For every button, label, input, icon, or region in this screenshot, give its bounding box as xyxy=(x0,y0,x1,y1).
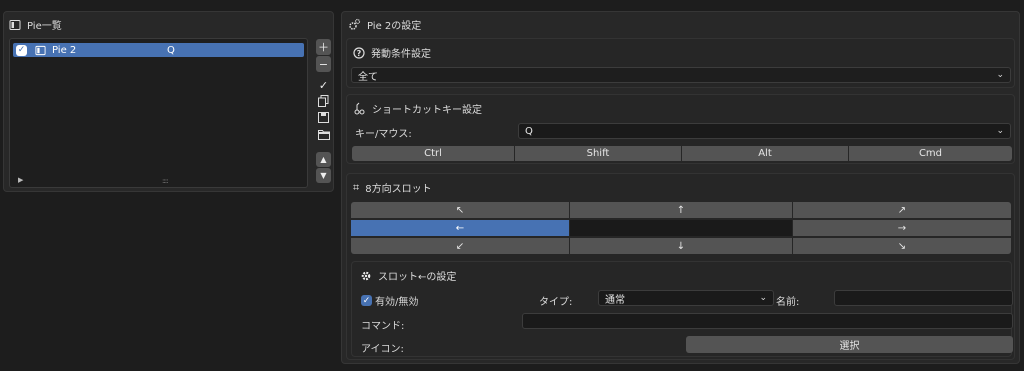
gears-icon xyxy=(348,18,361,31)
enabled-checkbox[interactable]: ✓ xyxy=(361,295,372,306)
slot-down-right[interactable]: ↘ xyxy=(793,238,1011,254)
slot-settings-section: スロット←の設定 ✓ 有効/無効 タイプ: 通常 ⌄ 名前: コマンド: アイコ… xyxy=(351,261,1013,357)
type-value: 通常 xyxy=(605,294,625,306)
gear-icon xyxy=(360,270,372,282)
move-up-button[interactable]: ▲ xyxy=(316,152,331,167)
chevron-down-icon: ⌄ xyxy=(996,70,1004,80)
alt-toggle[interactable]: Alt xyxy=(682,146,848,161)
list-item[interactable]: ✓ Pie 2 Q xyxy=(13,43,304,57)
cmd-toggle[interactable]: Cmd xyxy=(849,146,1012,161)
slot-down[interactable]: ↓ xyxy=(570,238,792,254)
check-icon[interactable]: ✓ xyxy=(316,78,331,92)
shortcut-title: ショートカットキー設定 xyxy=(372,105,482,116)
add-pie-button[interactable]: ＋ xyxy=(316,39,331,55)
pie-item-checkbox[interactable]: ✓ xyxy=(16,44,27,56)
question-icon: ? xyxy=(353,46,365,59)
key-mouse-label: キー/マウス: xyxy=(355,129,412,140)
modifier-row: Ctrl Shift Alt Cmd xyxy=(352,146,1012,161)
slot-right[interactable]: → xyxy=(793,220,1011,236)
slots-header: ⌗ 8方向スロット xyxy=(353,180,432,196)
resize-grip-icon[interactable]: :::: xyxy=(162,177,169,185)
svg-text:?: ? xyxy=(357,49,362,58)
remove-pie-button[interactable]: − xyxy=(316,56,331,72)
slots-title: 8方向スロット xyxy=(365,184,432,195)
shift-toggle[interactable]: Shift xyxy=(515,146,681,161)
enabled-label: 有効/無効 xyxy=(375,297,419,308)
copy-icon[interactable] xyxy=(316,94,331,108)
slot-settings-header: スロット←の設定 xyxy=(360,268,456,283)
ctrl-toggle[interactable]: Ctrl xyxy=(352,146,514,161)
settings-title: Pie 2の設定 xyxy=(367,21,422,32)
slot-up-left[interactable]: ↖ xyxy=(351,202,569,218)
key-value: Q xyxy=(525,125,533,137)
expand-triangle-icon[interactable]: ▶ xyxy=(18,176,23,184)
slot-down-left[interactable]: ↙ xyxy=(351,238,569,254)
chevron-down-icon: ⌄ xyxy=(759,293,767,303)
slot-center xyxy=(570,220,792,236)
name-input[interactable] xyxy=(834,290,1013,306)
trigger-value: 全て xyxy=(358,71,378,83)
icon-label: アイコン: xyxy=(361,344,404,355)
key-select[interactable]: Q ⌄ xyxy=(518,123,1011,139)
pie-list-panel: Pie一覧 ✓ Pie 2 Q ▶ :::: ＋ − ✓ ▲ ▼ xyxy=(3,11,334,192)
type-label: タイプ: xyxy=(539,297,573,308)
chevron-down-icon: ⌄ xyxy=(996,126,1004,136)
slot-grid: ↖ ↑ ↗ ← → ↙ ↓ ↘ xyxy=(351,202,1011,254)
slot-left[interactable]: ← xyxy=(351,220,569,236)
command-input[interactable] xyxy=(522,313,1013,329)
pie-item-icon xyxy=(35,45,46,56)
keyboard-shortcut-icon xyxy=(353,102,366,115)
trigger-title: 発動条件設定 xyxy=(371,49,431,60)
slot-up-right[interactable]: ↗ xyxy=(793,202,1011,218)
settings-header: Pie 2の設定 xyxy=(348,17,421,32)
pie-item-key: Q xyxy=(167,44,175,56)
slot-settings-title: スロット←の設定 xyxy=(378,272,457,283)
pie-item-name: Pie 2 xyxy=(52,44,77,56)
name-label: 名前: xyxy=(776,297,800,308)
list-icon xyxy=(9,19,21,31)
trigger-section: ? 発動条件設定 全て ⌄ xyxy=(346,38,1015,88)
enabled-toggle[interactable]: ✓ 有効/無効 xyxy=(361,293,418,308)
shortcut-section: ショートカットキー設定 キー/マウス: Q ⌄ Ctrl Shift Alt C… xyxy=(346,94,1015,164)
pie-list-header: Pie一覧 xyxy=(9,17,62,32)
save-icon[interactable] xyxy=(316,110,331,124)
pie-list-title: Pie一覧 xyxy=(27,21,62,32)
select-icon-button[interactable]: 選択 xyxy=(686,336,1013,353)
type-select[interactable]: 通常 ⌄ xyxy=(598,290,774,306)
grid-icon: ⌗ xyxy=(353,180,360,194)
slots-section: ⌗ 8方向スロット ↖ ↑ ↗ ← → ↙ ↓ ↘ スロット←の設定 ✓ 有効/… xyxy=(346,173,1015,360)
pie-list-box: ✓ Pie 2 Q ▶ :::: xyxy=(9,38,308,188)
slot-up[interactable]: ↑ xyxy=(570,202,792,218)
command-label: コマンド: xyxy=(361,321,405,332)
shortcut-header: ショートカットキー設定 xyxy=(353,101,482,116)
trigger-select[interactable]: 全て ⌄ xyxy=(351,67,1011,83)
trigger-header: ? 発動条件設定 xyxy=(353,45,431,60)
folder-icon[interactable] xyxy=(316,127,331,141)
move-down-button[interactable]: ▼ xyxy=(316,168,331,183)
settings-panel: Pie 2の設定 ? 発動条件設定 全て ⌄ ショートカットキー設定 キー/マウ… xyxy=(341,11,1020,364)
